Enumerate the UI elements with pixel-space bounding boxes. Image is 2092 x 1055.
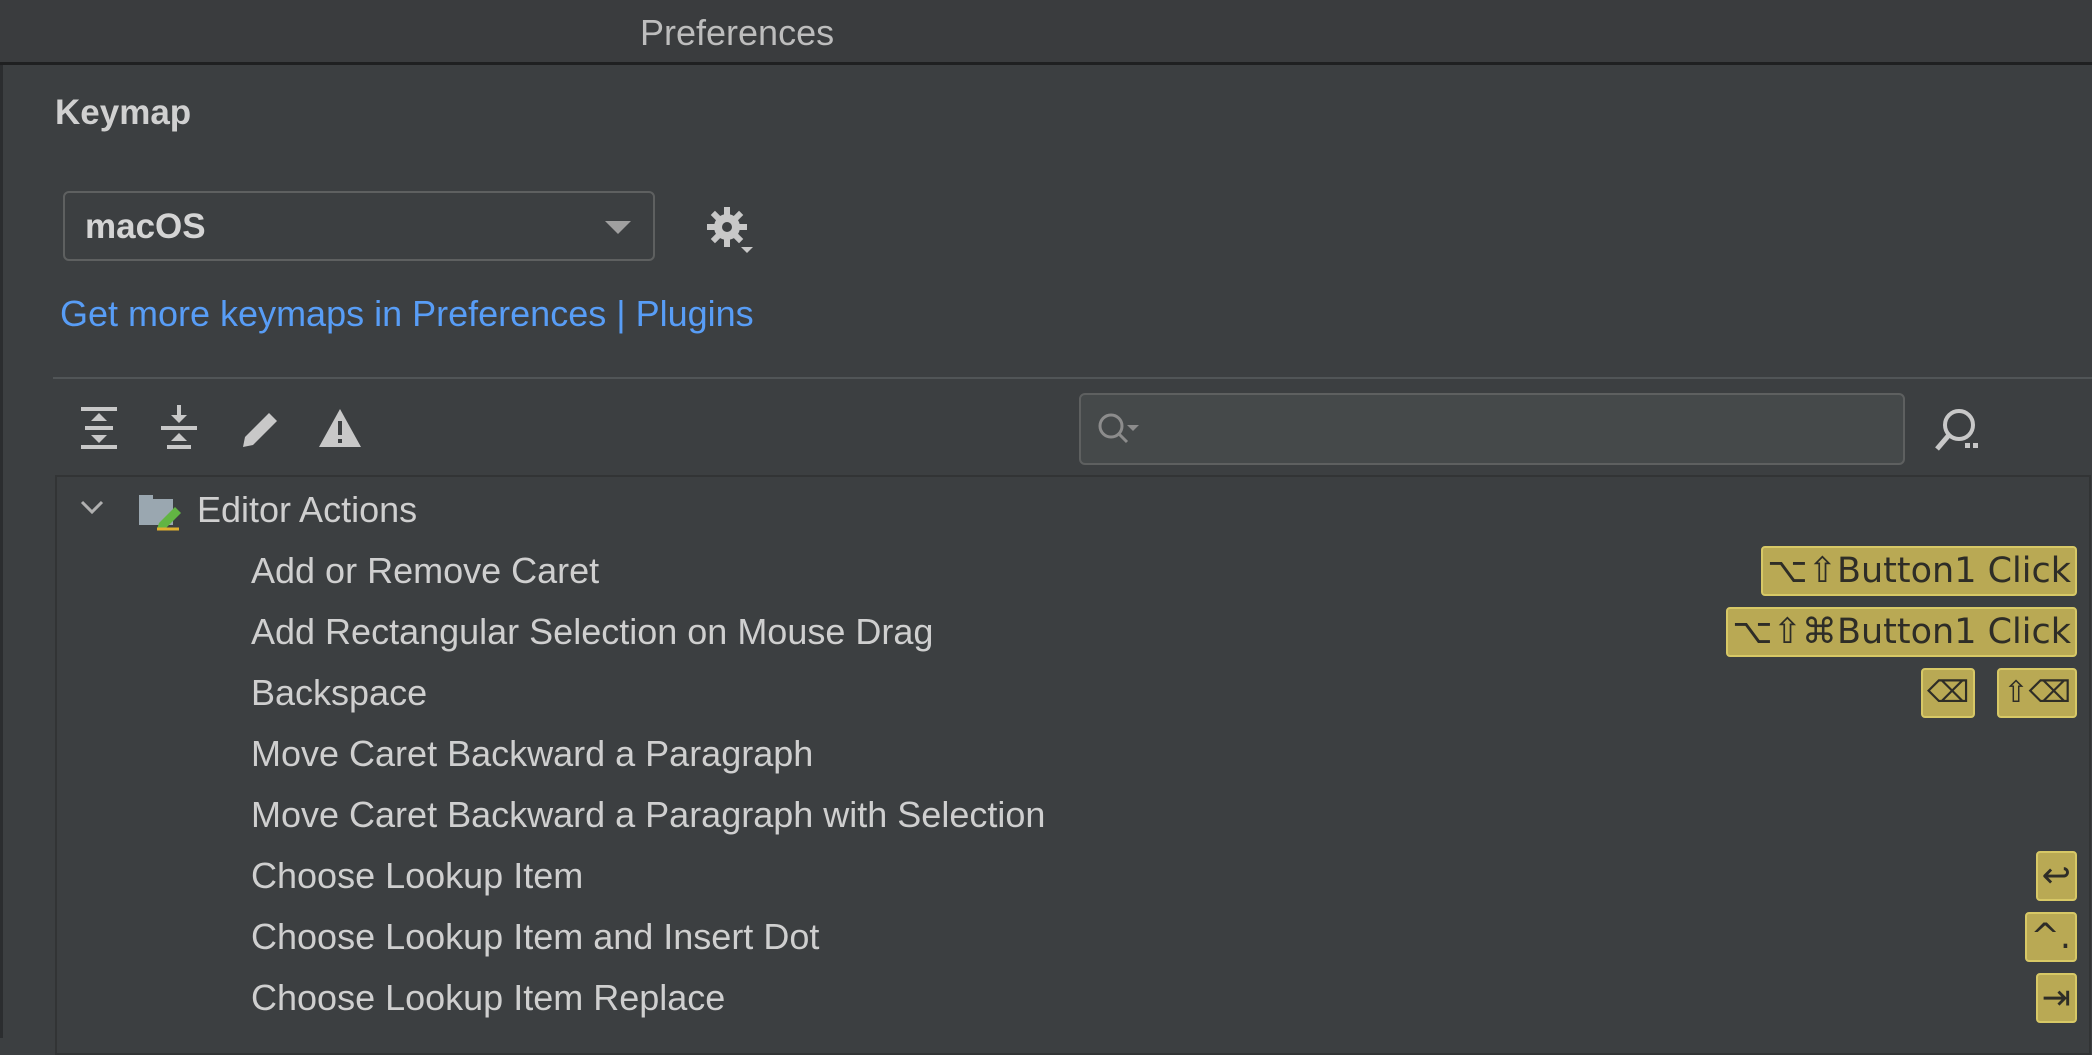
keymap-actions-tree[interactable]: Editor Actions Add or Remove Caret ⌥⇧But… [55, 475, 2091, 1055]
chevron-down-icon [605, 221, 631, 234]
tree-row[interactable]: Choose Lookup Item Replace ⇥ [57, 967, 2089, 1028]
tree-row[interactable]: Choose Lookup Item ↩ [57, 845, 2089, 906]
gear-icon[interactable] [703, 203, 759, 259]
action-label: Choose Lookup Item Replace [251, 977, 726, 1018]
tree-row[interactable]: Move Caret Backward a Paragraph with Sel… [57, 784, 2089, 845]
shortcut-badge: ↩ [2035, 851, 2077, 901]
chevron-down-icon[interactable] [79, 497, 105, 517]
folder-edit-icon [139, 495, 181, 531]
shortcut-badge: ⌫ [1921, 668, 1976, 718]
edit-icon[interactable] [235, 403, 285, 453]
shortcut-badge: ⌥⇧⌘Button1 Click [1726, 607, 2077, 657]
tree-row[interactable]: Add or Remove Caret ⌥⇧Button1 Click [57, 540, 2089, 601]
tree-row[interactable]: Choose Lookup Item and Insert Dot ^. [57, 906, 2089, 967]
tree-row[interactable]: Move Caret Backward a Paragraph [57, 723, 2089, 784]
expand-all-icon[interactable] [75, 403, 125, 453]
action-label: Add Rectangular Selection on Mouse Drag [251, 611, 934, 652]
window-title: Preferences [640, 12, 835, 53]
tree-row[interactable]: Add Rectangular Selection on Mouse Drag … [57, 601, 2089, 662]
shortcut-badge: ⇧⌫ [1997, 668, 2077, 718]
shortcut-badge: ^. [2024, 912, 2077, 962]
action-label: Choose Lookup Item [251, 855, 584, 896]
collapse-all-icon[interactable] [155, 403, 205, 453]
tree-group-editor-actions[interactable]: Editor Actions [57, 479, 2089, 540]
action-label: Move Caret Backward a Paragraph with Sel… [251, 794, 1046, 835]
tree-group-label: Editor Actions [197, 489, 418, 530]
action-label: Move Caret Backward a Paragraph [251, 733, 814, 774]
tree-row[interactable]: Backspace ⌫ ⇧⌫ [57, 662, 2089, 723]
page-title: Keymap [55, 93, 192, 132]
title-bar: Preferences [0, 0, 2092, 65]
keymap-select-value: macOS [85, 207, 206, 246]
keymap-select[interactable]: macOS [63, 191, 655, 261]
search-input[interactable] [1079, 393, 1905, 465]
action-label: Choose Lookup Item and Insert Dot [251, 916, 820, 957]
action-label: Add or Remove Caret [251, 550, 600, 591]
conflicts-warning-icon[interactable] [315, 403, 365, 453]
divider [53, 377, 2092, 379]
action-label: Backspace [251, 672, 428, 713]
search-icon [1098, 413, 1139, 444]
shortcut-badge: ⌥⇧Button1 Click [1761, 546, 2077, 596]
find-by-shortcut-icon[interactable] [1931, 403, 1987, 457]
keymap-panel: Keymap macOS Get more keymaps in Prefere… [0, 65, 2092, 1055]
get-more-keymaps-link[interactable]: Get more keymaps in Preferences | Plugin… [60, 293, 754, 335]
shortcut-badge: ⇥ [2035, 973, 2077, 1023]
